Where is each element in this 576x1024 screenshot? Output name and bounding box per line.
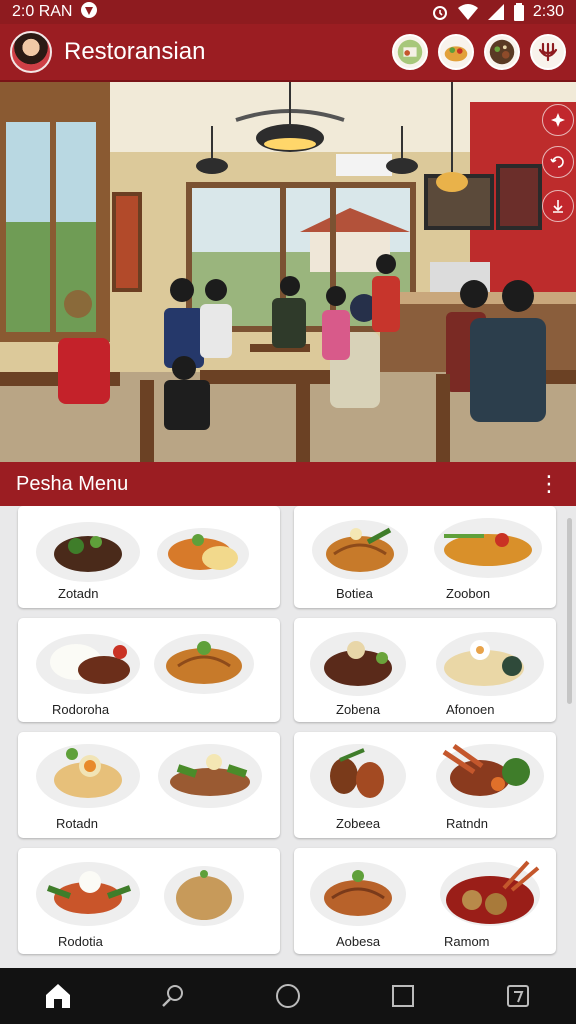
status-bar: 2:0 RAN 2:30: [0, 0, 576, 24]
dish-card[interactable]: Aobesa Ramom: [294, 848, 556, 954]
search-icon[interactable]: [153, 976, 193, 1016]
dish-label: Rodotia: [58, 934, 103, 949]
dish-label: Rodoroha: [52, 702, 110, 717]
menu-section-header: Pesha Menu ⋮: [0, 462, 576, 506]
dish-label: Botiea: [336, 586, 373, 601]
dish-shortcut-3-icon[interactable]: [484, 34, 520, 70]
more-options-icon[interactable]: ⋮: [538, 473, 560, 495]
status-time: 2:0 RAN: [12, 3, 73, 20]
dish-card[interactable]: Rodoroha: [18, 618, 280, 722]
favorite-fab[interactable]: [542, 104, 574, 136]
dish-card[interactable]: Rotadn: [18, 732, 280, 838]
dish-card[interactable]: Zobena Afonoen: [294, 618, 556, 722]
menu-scrollbar[interactable]: [567, 518, 572, 704]
restaurant-hero-image: [0, 82, 576, 462]
dish-label: Ratndn: [446, 816, 488, 831]
dish-label: Zotadn: [58, 586, 99, 601]
status-clock: 2:30: [532, 3, 564, 20]
dish-label: Rotadn: [56, 816, 98, 831]
dish-card[interactable]: Zotadn: [18, 506, 280, 608]
bottom-navigation: [0, 968, 576, 1024]
restaurant-menu-icon[interactable]: [530, 34, 566, 70]
recents-icon[interactable]: [383, 976, 423, 1016]
dish-label: Zobena: [336, 702, 381, 717]
edit-icon[interactable]: [498, 976, 538, 1016]
home-circle-icon[interactable]: [268, 976, 308, 1016]
dish-label: Zobeea: [336, 816, 381, 831]
share-fab[interactable]: [542, 146, 574, 178]
dish-label: Aobesa: [336, 934, 381, 949]
dish-card[interactable]: Zobeea Ratndn: [294, 732, 556, 838]
dish-label: Ramom: [444, 934, 490, 949]
wifi-icon: [457, 3, 479, 21]
home-icon[interactable]: [38, 976, 78, 1016]
dish-card[interactable]: Rodotia: [18, 848, 280, 954]
dish-card[interactable]: Botiea Zoobon: [294, 506, 556, 608]
alarm-icon: [431, 3, 449, 21]
app-bar: Restoransian: [0, 24, 576, 82]
download-fab[interactable]: [542, 190, 574, 222]
app-title: Restoransian: [64, 38, 206, 65]
battery-icon: [513, 3, 525, 21]
dish-shortcut-2-icon[interactable]: [438, 34, 474, 70]
dish-shortcut-1-icon[interactable]: [392, 34, 428, 70]
menu-grid: Zotadn Botiea Zoobon Rodoroha Zobena Afo…: [0, 506, 576, 962]
avatar[interactable]: [10, 31, 52, 73]
menu-title: Pesha Menu: [16, 472, 129, 495]
signal-icon: [487, 3, 505, 21]
dish-label: Afonoen: [446, 702, 495, 717]
app-notification-icon: [80, 1, 98, 24]
dish-label: Zoobon: [446, 586, 491, 601]
